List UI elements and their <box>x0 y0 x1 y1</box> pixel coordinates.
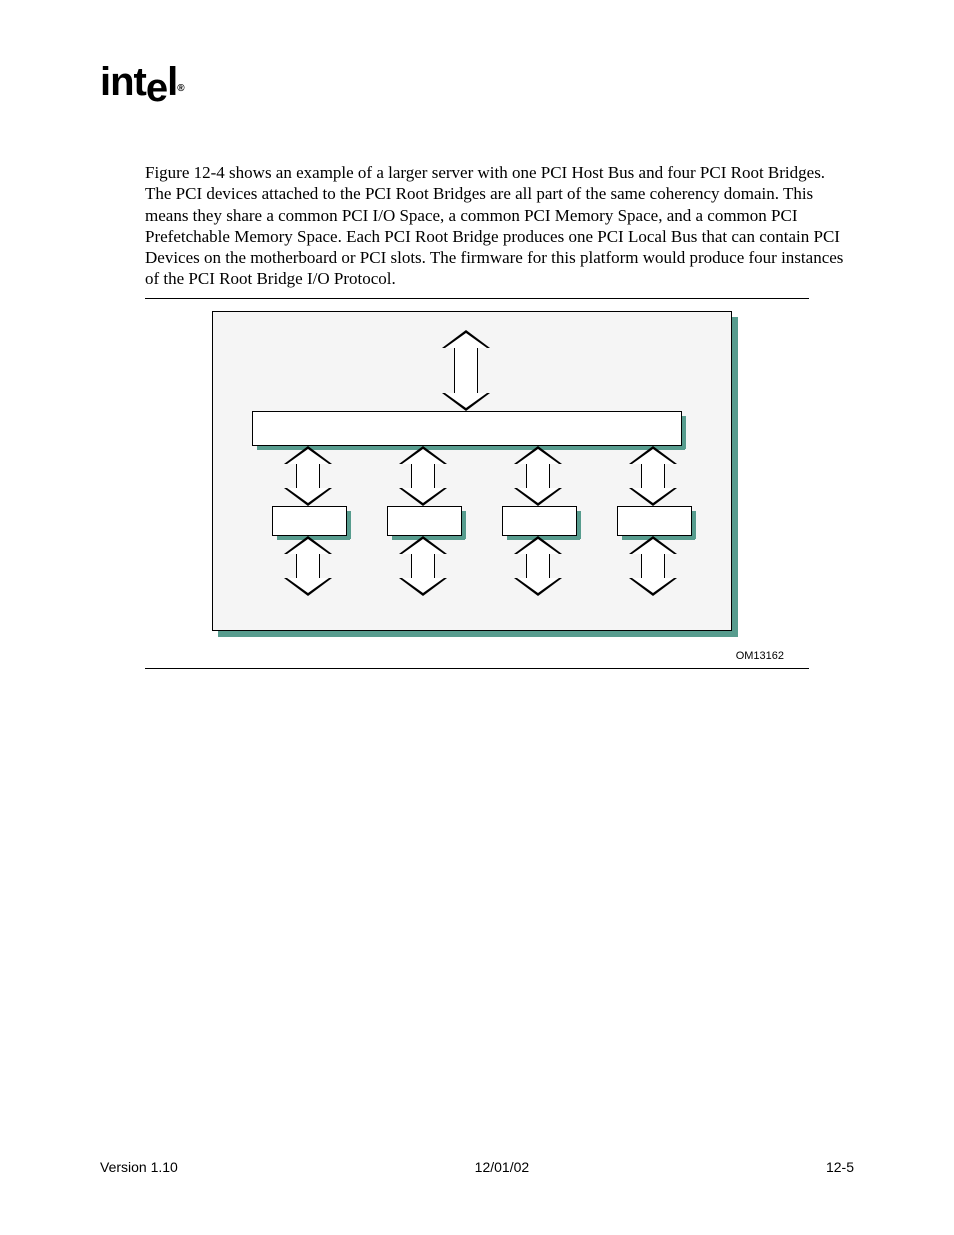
arrow-bot-2 <box>399 536 447 596</box>
arrow-bot-4 <box>629 536 677 596</box>
intel-logo: intel® <box>100 60 184 105</box>
figure-om-id: OM13162 <box>145 646 809 662</box>
pci-root-bridge-box-3 <box>502 506 577 536</box>
arrow-mid-3 <box>514 446 562 506</box>
footer-page: 12-5 <box>826 1159 854 1175</box>
body-paragraph: Figure 12-4 shows an example of a larger… <box>145 162 854 290</box>
arrow-mid-4 <box>629 446 677 506</box>
pci-host-bus-box <box>252 411 682 446</box>
pci-root-bridge-box-2 <box>387 506 462 536</box>
arrow-mid-2 <box>399 446 447 506</box>
footer-date: 12/01/02 <box>475 1159 530 1175</box>
pci-root-bridge-box-1 <box>272 506 347 536</box>
arrow-top <box>442 330 490 411</box>
arrow-mid-1 <box>284 446 332 506</box>
figure-frame: OM13162 <box>145 298 809 669</box>
figure-12-4-diagram <box>212 311 742 646</box>
pci-root-bridge-box-4 <box>617 506 692 536</box>
arrow-bot-1 <box>284 536 332 596</box>
footer-version: Version 1.10 <box>100 1159 178 1175</box>
page-footer: Version 1.10 12/01/02 12-5 <box>100 1159 854 1175</box>
arrow-bot-3 <box>514 536 562 596</box>
